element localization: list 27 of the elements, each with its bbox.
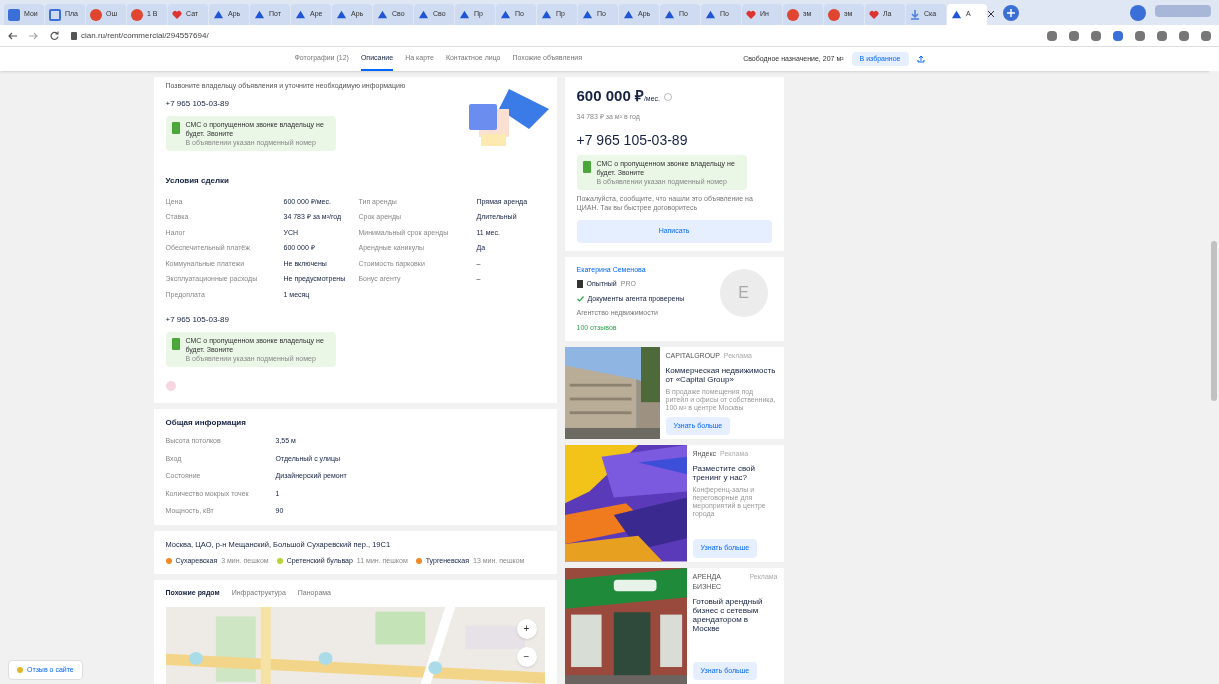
section-title: Общая информация — [165, 417, 247, 429]
phone-number[interactable]: +7 965 105-03-89 — [576, 130, 772, 151]
phone-number[interactable]: +7 965 105-03-89 — [165, 314, 545, 326]
url-text: cian.ru/rent/commercial/294557694/ — [81, 29, 209, 42]
heart-icon — [172, 9, 182, 20]
heart-icon — [746, 9, 756, 20]
forward-icon[interactable] — [29, 31, 38, 40]
ad-title: Коммерческая недвижимость от «Capital Group» — [665, 365, 777, 384]
avatar: Е — [719, 268, 768, 317]
ad-title: Готовый арендный бизнес с сетевым арендатором в Москве — [692, 596, 764, 633]
address-bar[interactable]: cian.ru/rent/commercial/294557694/ — [71, 29, 1035, 42]
feedback-icon — [17, 666, 23, 673]
reload-icon[interactable] — [50, 31, 59, 40]
document-icon — [8, 8, 20, 21]
section-title: Условия сделки — [165, 174, 230, 187]
check-icon — [576, 295, 584, 302]
back-icon[interactable] — [8, 31, 17, 40]
phone-number[interactable]: +7 965 105-03-89 — [165, 97, 545, 110]
ad-title: Разместите свой тренинг у нас? — [692, 463, 756, 482]
sim-card-icon — [582, 161, 591, 173]
sim-card-icon — [171, 338, 180, 350]
list-icon — [49, 8, 61, 21]
new-tab-icon[interactable] — [1003, 5, 1019, 21]
heart-icon — [869, 9, 879, 20]
close-tab-icon[interactable] — [988, 11, 994, 17]
sim-card-icon — [171, 121, 180, 134]
scrollbar-thumb[interactable] — [1211, 241, 1217, 401]
